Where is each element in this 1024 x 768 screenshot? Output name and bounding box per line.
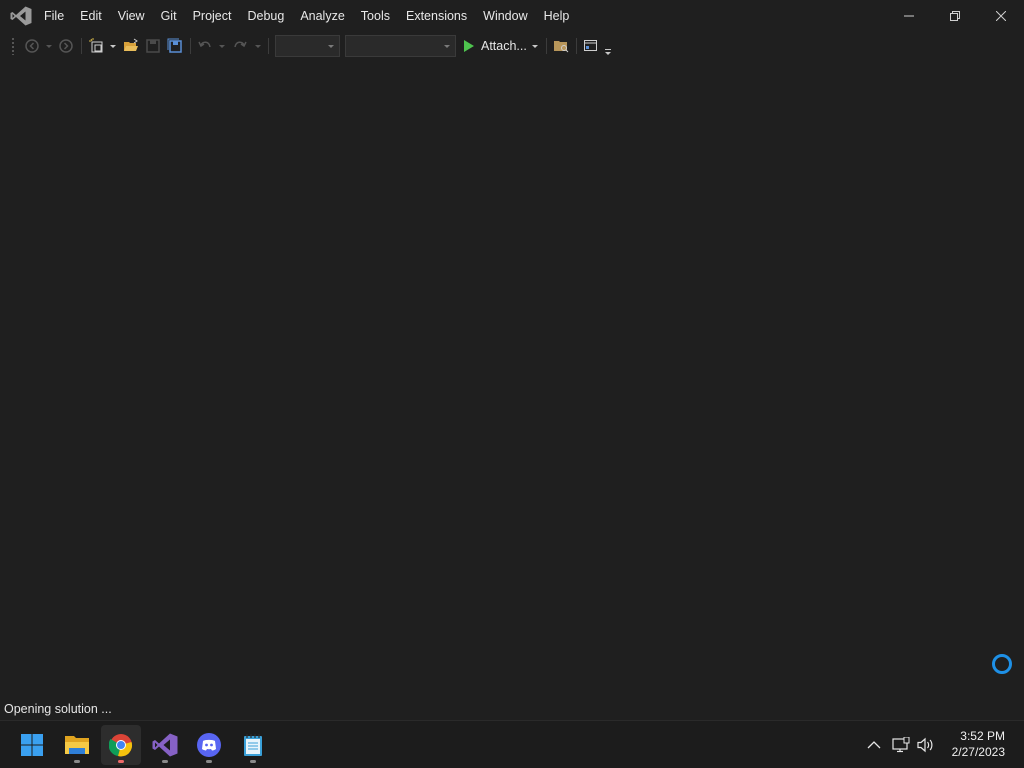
undo-icon bbox=[198, 41, 211, 48]
save-all-icon bbox=[167, 38, 182, 53]
windows-start-icon bbox=[21, 734, 43, 756]
toolbar-separator bbox=[268, 38, 269, 54]
navigate-forward-button[interactable] bbox=[56, 36, 76, 56]
solution-platform-combo[interactable] bbox=[345, 35, 456, 57]
toolbar-separator bbox=[81, 38, 82, 54]
running-indicator bbox=[206, 760, 212, 763]
network-icon bbox=[892, 737, 910, 753]
taskbar-notepad[interactable] bbox=[233, 725, 273, 765]
menu-edit[interactable]: Edit bbox=[72, 0, 110, 32]
menu-analyze[interactable]: Analyze bbox=[292, 0, 352, 32]
back-icon bbox=[25, 39, 39, 53]
chevron-down-icon bbox=[110, 44, 116, 48]
chevron-down-icon bbox=[532, 44, 538, 48]
toolbar-options-dropdown[interactable] bbox=[603, 42, 613, 62]
menu-view[interactable]: View bbox=[110, 0, 153, 32]
menu-file[interactable]: File bbox=[36, 0, 72, 32]
menu-git[interactable]: Git bbox=[153, 0, 185, 32]
taskbar-clock[interactable]: 3:52 PM 2/27/2023 bbox=[952, 728, 1005, 760]
running-indicator bbox=[118, 760, 124, 763]
chevron-down-icon bbox=[219, 44, 225, 48]
restore-button[interactable] bbox=[932, 0, 978, 32]
navigate-back-dropdown[interactable] bbox=[44, 36, 54, 56]
loading-spinner-icon bbox=[992, 654, 1012, 674]
volume-button[interactable] bbox=[916, 735, 936, 755]
clock-time: 3:52 PM bbox=[960, 729, 1005, 743]
discord-icon bbox=[197, 733, 221, 757]
save-icon bbox=[146, 39, 160, 53]
network-status-button[interactable] bbox=[891, 735, 911, 755]
taskbar-file-explorer[interactable] bbox=[57, 725, 97, 765]
windows-taskbar: 3:52 PM 2/27/2023 bbox=[0, 720, 1024, 768]
toolbar-separator bbox=[546, 38, 547, 54]
editor-workspace bbox=[0, 60, 1024, 698]
chevron-down-icon bbox=[328, 45, 334, 48]
attach-label: Attach... bbox=[481, 39, 527, 53]
toolbar-separator bbox=[576, 38, 577, 54]
notepad-icon bbox=[244, 734, 262, 756]
running-indicator bbox=[162, 760, 168, 763]
redo-button[interactable] bbox=[230, 36, 250, 56]
chrome-icon bbox=[109, 734, 133, 757]
save-all-button[interactable] bbox=[165, 36, 185, 56]
toolbar-separator bbox=[190, 38, 191, 54]
redo-icon bbox=[234, 41, 247, 48]
attach-button[interactable]: Attach... bbox=[463, 35, 527, 57]
running-indicator bbox=[74, 760, 80, 763]
standard-toolbar: Attach... bbox=[0, 32, 1024, 60]
menu-project[interactable]: Project bbox=[185, 0, 240, 32]
solution-explorer-button[interactable] bbox=[551, 36, 571, 56]
minimize-button[interactable] bbox=[886, 0, 932, 32]
window-layout-icon bbox=[584, 40, 597, 51]
menu-debug[interactable]: Debug bbox=[239, 0, 292, 32]
close-button[interactable] bbox=[978, 0, 1024, 32]
menu-help[interactable]: Help bbox=[536, 0, 578, 32]
new-project-dropdown[interactable] bbox=[108, 36, 118, 56]
chevron-up-icon bbox=[867, 741, 881, 749]
restore-icon bbox=[950, 11, 960, 21]
taskbar-start-button[interactable] bbox=[12, 725, 52, 765]
attach-dropdown[interactable] bbox=[530, 36, 540, 56]
show-hidden-icons-button[interactable] bbox=[864, 735, 884, 755]
running-indicator bbox=[250, 760, 256, 763]
open-folder-button[interactable] bbox=[121, 36, 141, 56]
title-bar: File Edit View Git Project Debug Analyze… bbox=[0, 0, 1024, 32]
save-button[interactable] bbox=[143, 36, 163, 56]
solution-explorer-icon bbox=[554, 41, 569, 53]
taskbar-visual-studio[interactable] bbox=[145, 725, 185, 765]
menu-extensions[interactable]: Extensions bbox=[398, 0, 475, 32]
chevron-down-icon bbox=[255, 44, 261, 48]
visual-studio-logo-icon[interactable] bbox=[10, 6, 32, 26]
taskbar-chrome[interactable] bbox=[101, 725, 141, 765]
status-bar: Opening solution ... bbox=[0, 698, 1024, 720]
undo-dropdown[interactable] bbox=[217, 36, 227, 56]
new-project-button[interactable] bbox=[87, 36, 107, 56]
menu-bar: File Edit View Git Project Debug Analyze… bbox=[36, 0, 577, 32]
toolbar-grip[interactable] bbox=[11, 37, 15, 55]
clock-date: 2/27/2023 bbox=[951, 745, 1005, 759]
file-explorer-icon bbox=[65, 736, 89, 754]
status-text: Opening solution ... bbox=[4, 702, 112, 716]
solution-configuration-combo[interactable] bbox=[275, 35, 340, 57]
visual-studio-icon bbox=[152, 733, 178, 757]
start-icon bbox=[464, 40, 474, 52]
menu-tools[interactable]: Tools bbox=[353, 0, 398, 32]
redo-dropdown[interactable] bbox=[253, 36, 263, 56]
volume-icon bbox=[917, 737, 933, 753]
taskbar-discord[interactable] bbox=[189, 725, 229, 765]
chevron-down-icon bbox=[46, 44, 52, 48]
close-icon bbox=[996, 11, 1006, 21]
chevron-down-icon bbox=[444, 45, 450, 48]
open-folder-icon bbox=[124, 38, 138, 51]
new-project-icon bbox=[89, 38, 103, 53]
window-layout-button[interactable] bbox=[581, 36, 601, 56]
chevron-down-icon bbox=[605, 52, 611, 55]
menu-window[interactable]: Window bbox=[475, 0, 535, 32]
navigate-back-button[interactable] bbox=[22, 36, 42, 56]
undo-button[interactable] bbox=[195, 36, 215, 56]
minimize-icon bbox=[904, 15, 914, 17]
forward-icon bbox=[59, 39, 73, 53]
